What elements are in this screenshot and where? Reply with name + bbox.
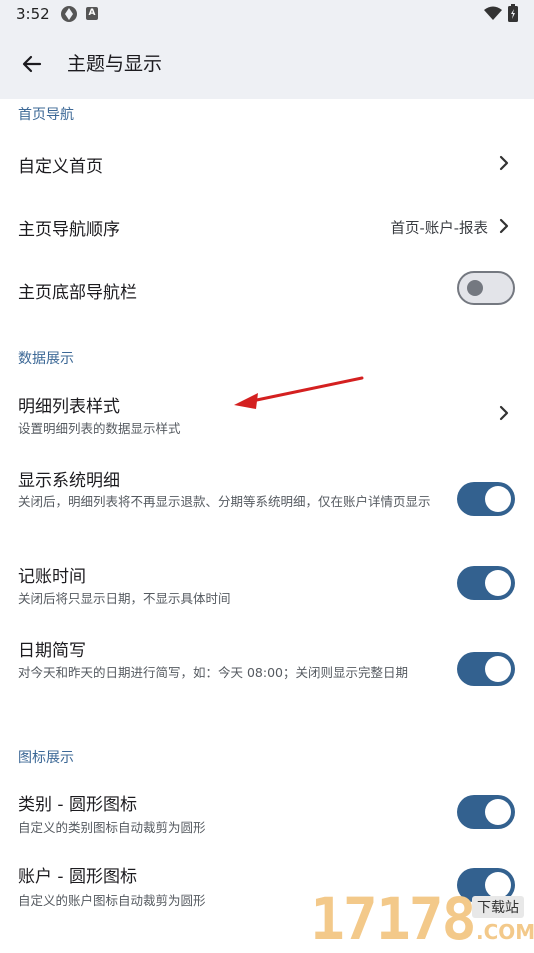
show-system-row[interactable]: 显示系统明细 关闭后，明细列表将不再显示退款、分期等系统明细，仅在账户详情页显示: [0, 456, 534, 548]
row-title: 主页导航顺序: [18, 220, 120, 240]
row-subtitle: 对今天和昨天的日期进行简写，如：今天 08:00；关闭则显示完整日期: [18, 665, 408, 680]
row-title: 日期简写: [18, 641, 86, 661]
row-title: 主页底部导航栏: [18, 283, 137, 303]
nav-order-row[interactable]: 主页导航顺序 首页-账户-报表: [0, 194, 534, 256]
category-icon-toggle[interactable]: [457, 795, 515, 829]
list-style-row[interactable]: 明细列表样式 设置明细列表的数据显示样式: [0, 380, 534, 446]
row-title: 记账时间: [18, 567, 86, 587]
section-header-home-nav: 首页导航: [18, 107, 74, 123]
wifi-icon: [484, 6, 502, 20]
show-system-toggle[interactable]: [457, 482, 515, 516]
section-header-data-display: 数据展示: [18, 351, 74, 367]
section-header-icon-display: 图标展示: [18, 750, 74, 766]
row-title: 显示系统明细: [18, 471, 120, 491]
notification-app-icon: A: [86, 7, 98, 20]
chevron-right-icon: [499, 155, 509, 171]
toggle-knob: [485, 656, 511, 682]
watermark-suffix: .COM: [476, 920, 534, 944]
arrow-left-icon: [22, 55, 42, 73]
toggle-knob: [467, 280, 483, 296]
record-time-toggle[interactable]: [457, 566, 515, 600]
row-title: 明细列表样式: [18, 397, 120, 417]
toggle-knob: [485, 799, 511, 825]
row-title: 类别 - 圆形图标: [18, 795, 137, 815]
date-short-row[interactable]: 日期简写 对今天和昨天的日期进行简写，如：今天 08:00；关闭则显示完整日期: [0, 628, 534, 714]
status-bar: 3:52 A: [0, 0, 534, 30]
row-subtitle: 设置明细列表的数据显示样式: [18, 421, 181, 436]
back-button[interactable]: [14, 46, 50, 82]
category-icon-row[interactable]: 类别 - 圆形图标 自定义的类别图标自动裁剪为圆形: [0, 780, 534, 844]
app-bar: 3:52 A 主题与显示: [0, 0, 534, 99]
page-title: 主题与显示: [67, 53, 163, 75]
bottom-nav-row[interactable]: 主页底部导航栏: [0, 256, 534, 322]
battery-icon: [508, 4, 518, 22]
chevron-right-icon: [499, 405, 509, 421]
toggle-knob: [485, 570, 511, 596]
status-time: 3:52: [16, 5, 50, 23]
toggle-knob: [485, 486, 511, 512]
watermark-tag: 下载站: [472, 896, 524, 918]
watermark-digits: 17178: [310, 885, 477, 953]
custom-home-row[interactable]: 自定义首页: [0, 132, 534, 194]
sync-status-icon: [61, 6, 77, 22]
chevron-right-icon: [499, 218, 509, 234]
nav-order-value: 首页-账户-报表: [390, 221, 488, 237]
row-subtitle: 关闭后，明细列表将不再显示退款、分期等系统明细，仅在账户详情页显示: [18, 494, 431, 509]
row-subtitle: 自定义的类别图标自动裁剪为圆形: [18, 820, 206, 835]
bottom-nav-toggle[interactable]: [457, 271, 515, 305]
row-subtitle: 关闭后将只显示日期，不显示具体时间: [18, 591, 231, 606]
row-title: 自定义首页: [18, 157, 103, 177]
date-short-toggle[interactable]: [457, 652, 515, 686]
watermark-logo: 17178 下载站 .COM: [310, 888, 534, 950]
row-title: 账户 - 圆形图标: [18, 867, 137, 887]
record-time-row[interactable]: 记账时间 关闭后将只显示日期，不显示具体时间: [0, 552, 534, 616]
